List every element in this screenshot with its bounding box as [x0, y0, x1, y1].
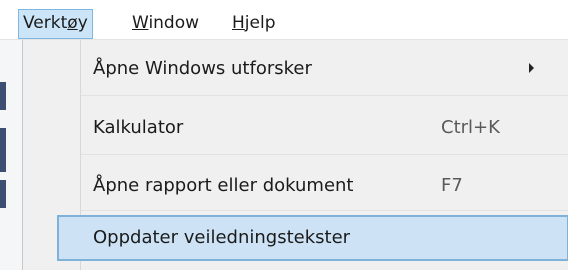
menu-separator — [81, 95, 568, 96]
menu-window-label-post: indow — [148, 13, 200, 33]
menu-hjelp-label-post: jelp — [244, 13, 276, 33]
menu-item-update-guidance-texts[interactable]: Oppdater veiledningstekster — [57, 215, 568, 261]
menu-separator — [81, 154, 568, 155]
menu-window-label-access-key: W — [132, 13, 149, 33]
menu-window[interactable]: Window — [128, 9, 203, 39]
menu-item-label: Kalkulator — [93, 117, 184, 138]
menu-item-open-windows-explorer[interactable]: Åpne Windows utforsker — [57, 46, 568, 92]
menu-verktoy-label-access-key: ø — [67, 13, 78, 33]
background-app-fragment — [0, 82, 6, 110]
verktoy-dropdown-menu: Åpne Windows utforsker Kalkulator Ctrl+K… — [22, 40, 568, 270]
menu-hjelp-label-access-key: H — [232, 13, 245, 33]
menu-hjelp[interactable]: Hjelp — [228, 9, 280, 39]
menu-item-label: Åpne Windows utforsker — [93, 58, 312, 79]
menu-item-calculator[interactable]: Kalkulator Ctrl+K — [57, 105, 568, 151]
menu-verktoy-label-pre: Verkt — [23, 13, 68, 33]
background-app-fragment — [0, 128, 6, 172]
menu-separator — [81, 210, 568, 211]
menu-item-open-report-or-document[interactable]: Åpne rapport eller dokument F7 — [57, 163, 568, 209]
menu-verktoy[interactable]: Verktøy — [18, 9, 93, 39]
menu-item-shortcut: F7 — [441, 175, 463, 196]
menu-bar: Verktøy Window Hjelp — [0, 0, 568, 40]
menu-item-label: Åpne rapport eller dokument — [93, 175, 354, 196]
background-app-fragment — [0, 180, 6, 208]
menu-verktoy-label-post: y — [77, 13, 88, 33]
menu-item-label: Oppdater veiledningstekster — [93, 227, 351, 248]
chevron-right-icon — [529, 63, 534, 73]
menu-item-shortcut: Ctrl+K — [441, 117, 500, 138]
